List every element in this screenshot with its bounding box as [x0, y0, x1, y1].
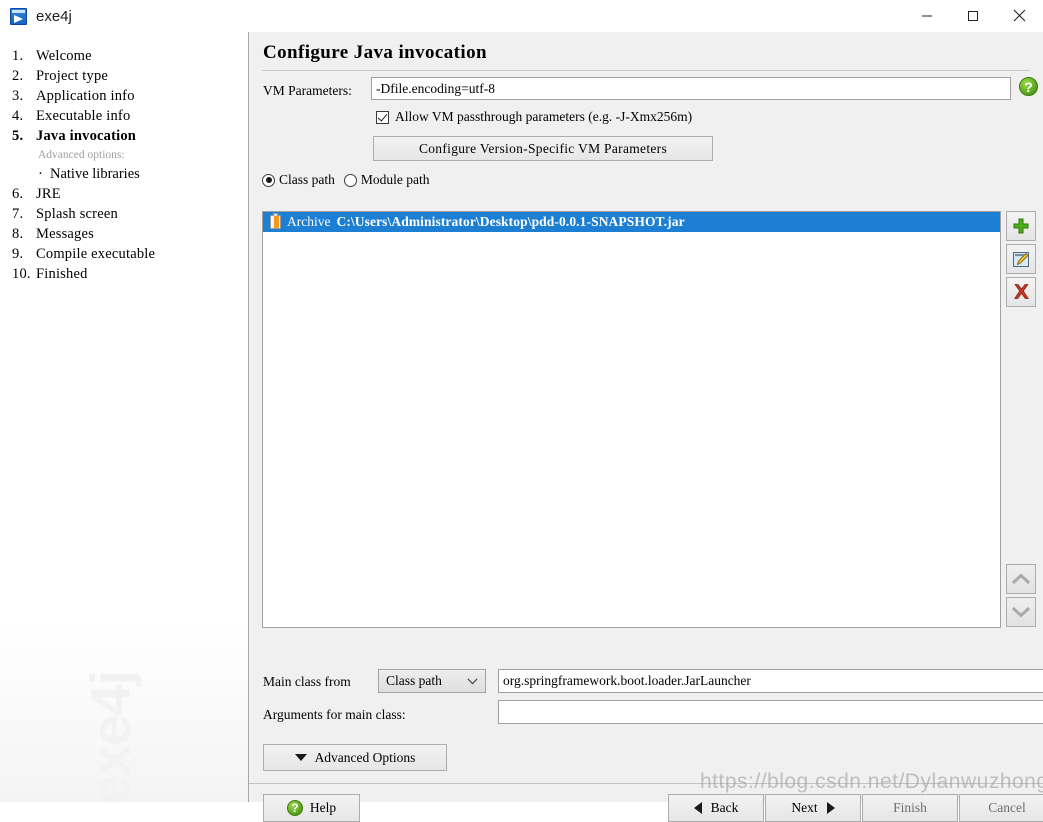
title-divider	[262, 70, 1030, 71]
triangle-down-icon	[294, 754, 307, 761]
advanced-options-label: Advanced Options	[314, 749, 416, 765]
radio-module-path-indicator[interactable]	[343, 173, 357, 187]
sidebar-item-messages[interactable]: 8. Messages	[8, 224, 248, 244]
advanced-options-button[interactable]: Advanced Options	[263, 744, 447, 771]
vm-parameters-label: VM Parameters:	[263, 83, 352, 98]
sidebar-item-label: Finished	[36, 266, 88, 282]
sidebar-item-number: 4.	[12, 108, 24, 124]
page-title: Configure Java invocation	[263, 42, 487, 63]
allow-passthrough-label: Allow VM passthrough parameters (e.g. -J…	[395, 109, 693, 124]
finish-button[interactable]: Finish	[862, 794, 958, 822]
jar-archive-icon	[270, 213, 281, 229]
wizard-sidebar: exe4j 1. Welcome 2. Project type 3. Applica…	[0, 32, 248, 802]
sidebar-item-label: Native libraries	[50, 166, 140, 182]
sidebar-advanced-options-heading: Advanced options:	[38, 149, 125, 161]
main-class-input[interactable]	[498, 669, 1043, 693]
red-x-icon	[1013, 283, 1029, 299]
sidebar-item-welcome[interactable]: 1. Welcome	[8, 46, 248, 66]
sidebar-item-label: Compile executable	[36, 246, 156, 262]
allow-passthrough-checkbox[interactable]	[376, 110, 389, 124]
vm-parameters-input[interactable]	[371, 77, 1011, 100]
close-icon[interactable]	[996, 0, 1042, 31]
sidebar-item-splash-screen[interactable]: 7. Splash screen	[8, 204, 248, 224]
entry-kind-label: Archive	[287, 214, 331, 229]
arrow-left-icon	[693, 802, 702, 814]
sidebar-item-number: 6.	[12, 186, 24, 202]
window-title: exe4j	[36, 7, 72, 25]
sidebar-item-finished[interactable]: 10. Finished	[8, 264, 248, 284]
radio-class-path-label: Class path	[279, 172, 335, 187]
sidebar-item-label: Messages	[36, 226, 94, 242]
sidebar-item-number: 1.	[12, 48, 24, 64]
sidebar-item-compile-executable[interactable]: 9. Compile executable	[8, 244, 248, 264]
pencil-edit-icon	[1012, 251, 1029, 267]
sidebar-item-label: Splash screen	[36, 206, 118, 222]
sidebar-item-label: JRE	[36, 186, 61, 202]
add-entry-button[interactable]	[1006, 211, 1036, 241]
maximize-icon[interactable]	[950, 0, 996, 31]
sidebar-item-label: Application info	[36, 88, 135, 104]
app-window: exe4j exe4j 1. Welcome 2. Project type 3. A…	[0, 0, 1043, 822]
sidebar-item-jre[interactable]: 6. JRE	[8, 184, 248, 204]
sidebar-item-number: 10.	[12, 266, 31, 282]
help-button-label: Help	[309, 800, 337, 815]
move-down-button[interactable]	[1006, 597, 1036, 627]
edit-entry-button[interactable]	[1006, 244, 1036, 274]
footer-divider	[249, 783, 1043, 784]
table-row[interactable]: Archive C:\Users\Administrator\Desktop\p…	[263, 212, 1000, 232]
exe4j-app-icon	[10, 7, 27, 25]
sidebar-item-application-info[interactable]: 3. Application info	[8, 86, 248, 106]
sidebar-item-label: Welcome	[36, 48, 92, 64]
arguments-input[interactable]	[498, 700, 1043, 724]
radio-module-path[interactable]: Module path	[343, 172, 430, 188]
chevron-up-icon	[1012, 573, 1030, 585]
sidebar-item-native-libraries[interactable]: · Native libraries	[8, 164, 248, 184]
cancel-button[interactable]: Cancel	[959, 794, 1043, 822]
radio-module-path-label: Module path	[360, 172, 430, 187]
minimize-icon[interactable]	[904, 0, 950, 31]
back-button-label: Back	[710, 800, 739, 815]
radio-class-path[interactable]: Class path	[262, 172, 335, 188]
arguments-label: Arguments for main class:	[263, 707, 406, 722]
remove-entry-button[interactable]	[1006, 277, 1036, 307]
help-button[interactable]: ? Help	[263, 794, 360, 822]
radio-class-path-indicator[interactable]	[262, 173, 275, 187]
sidebar-item-label: Executable info	[36, 108, 131, 124]
allow-passthrough-row[interactable]: Allow VM passthrough parameters (e.g. -J…	[376, 109, 692, 125]
back-button[interactable]: Back	[668, 794, 764, 822]
configure-version-specific-vm-parameters-button[interactable]: Configure Version-Specific VM Parameters	[373, 136, 713, 161]
main-class-source-value: Class path	[386, 673, 442, 688]
sidebar-item-project-type[interactable]: 2. Project type	[8, 66, 248, 86]
sidebar-item-java-invocation[interactable]: 5. Java invocation	[8, 126, 248, 146]
plus-icon	[1013, 218, 1029, 234]
next-button[interactable]: Next	[765, 794, 861, 822]
next-button-label: Next	[791, 800, 818, 815]
sidebar-item-label: Project type	[36, 68, 109, 84]
content-panel: Configure Java invocation VM Parameters:…	[249, 32, 1043, 822]
bullet-icon: ·	[38, 166, 43, 182]
help-circle-icon: ?	[286, 800, 303, 816]
main-class-from-label: Main class from	[263, 674, 351, 689]
entry-path-label: C:\Users\Administrator\Desktop\pdd-0.0.1…	[336, 214, 685, 229]
sidebar-logo-watermark: exe4j	[79, 670, 142, 802]
sidebar-item-label: Java invocation	[36, 128, 137, 144]
sidebar-item-number: 7.	[12, 206, 24, 222]
path-mode-radio-group: Class path Module path	[262, 172, 430, 188]
arrow-right-icon	[826, 802, 835, 814]
sidebar-item-number: 9.	[12, 246, 24, 262]
class-path-list[interactable]: Archive C:\Users\Administrator\Desktop\p…	[262, 211, 1001, 628]
main-class-source-select[interactable]: Class path	[378, 669, 486, 693]
move-up-button[interactable]	[1006, 564, 1036, 594]
sidebar-item-executable-info[interactable]: 4. Executable info	[8, 106, 248, 126]
sidebar-item-number: 5.	[12, 128, 24, 144]
sidebar-item-number: 2.	[12, 68, 24, 84]
sidebar-item-number: 3.	[12, 88, 24, 104]
title-bar: exe4j	[0, 0, 1043, 32]
sidebar-item-number: 8.	[12, 226, 24, 242]
chevron-down-icon	[1012, 606, 1030, 618]
chevron-down-icon	[467, 678, 478, 685]
help-circle-icon[interactable]: ?	[1019, 77, 1041, 99]
